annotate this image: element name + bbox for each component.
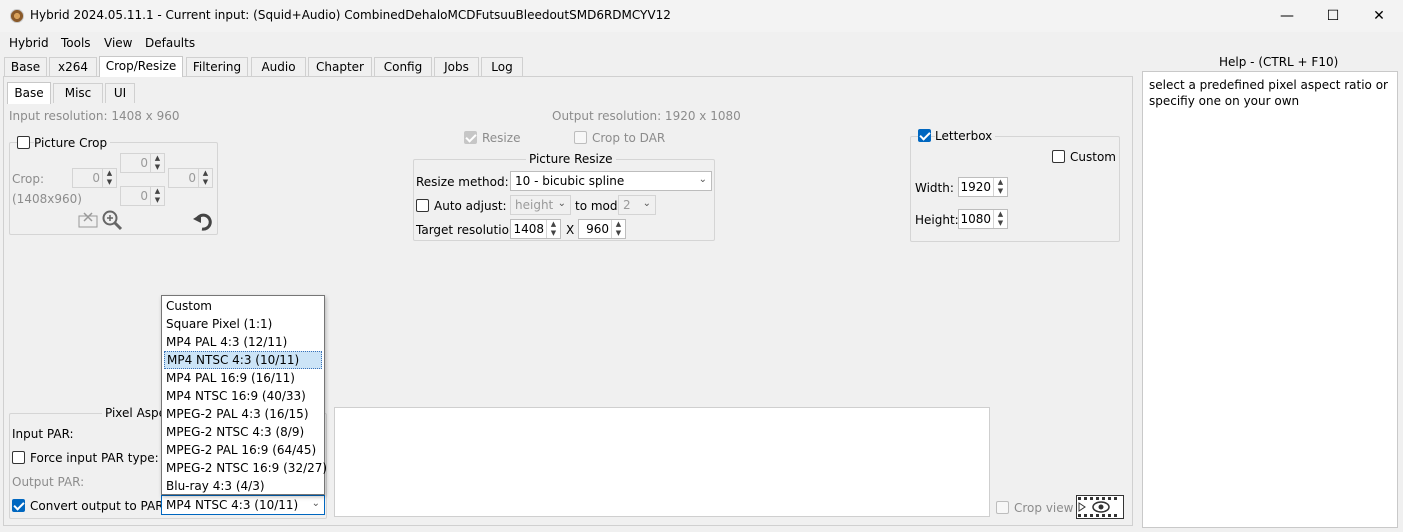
menu-defaults[interactable]: Defaults: [145, 36, 195, 50]
tab-base[interactable]: Base: [4, 57, 47, 77]
resize-method-label: Resize method:: [416, 175, 509, 189]
letterbox-checkbox[interactable]: [918, 129, 931, 142]
menu-tools[interactable]: Tools: [61, 36, 91, 50]
crop-left-spin[interactable]: 0 ▲ ▼: [72, 168, 117, 188]
dropdown-item-mp4-pal-169[interactable]: MP4 PAL 16:9 (16/11): [164, 369, 322, 387]
auto-adjust-label: Auto adjust:: [434, 199, 507, 213]
crop-dims-label: (1408x960): [12, 192, 82, 206]
target-height-spin[interactable]: 960 ▲ ▼: [578, 219, 626, 239]
force-input-par-label: Force input PAR type:: [30, 451, 159, 465]
par-info-textarea[interactable]: [334, 407, 990, 517]
dropdown-item-square-pixel[interactable]: Square Pixel (1:1): [164, 315, 322, 333]
dropdown-item-mpeg2-ntsc-169[interactable]: MPEG-2 NTSC 16:9 (32/27): [164, 459, 327, 477]
convert-output-par-label: Convert output to PAR:: [30, 499, 168, 513]
crop-label: Crop:: [12, 172, 45, 186]
to-mod-label: to mod: [575, 199, 618, 213]
chevron-down-icon: ⌄: [642, 198, 651, 209]
dropdown-item-mp4-ntsc-169[interactable]: MP4 NTSC 16:9 (40/33): [164, 387, 322, 405]
letterbox-custom-label: Custom: [1070, 150, 1116, 164]
picture-crop-label: Picture Crop: [34, 136, 111, 150]
dropdown-item-bluray-43[interactable]: Blu-ray 4:3 (4/3): [164, 477, 322, 495]
pixel-aspect-title: Pixel Aspe: [102, 406, 170, 420]
chevron-down-icon: ⌄: [557, 198, 566, 209]
preview-film-icon[interactable]: [1076, 495, 1124, 522]
chevron-down-icon: ⌄: [698, 174, 707, 185]
input-par-label: Input PAR:: [12, 427, 74, 441]
letterbox-width-spin[interactable]: 1920 ▲ ▼: [958, 177, 1008, 197]
crop-to-dar-label: Crop to DAR: [592, 131, 666, 145]
resize-label: Resize: [482, 131, 521, 145]
maximize-button[interactable]: ☐: [1310, 0, 1356, 32]
dropdown-item-mp4-ntsc-43[interactable]: MP4 NTSC 4:3 (10/11): [164, 351, 322, 369]
subtab-misc[interactable]: Misc: [53, 83, 103, 103]
auto-adjust-checkbox[interactable]: [416, 199, 429, 212]
force-input-par-checkbox[interactable]: [12, 451, 25, 464]
dropdown-item-mpeg2-pal-43[interactable]: MPEG-2 PAL 4:3 (16/15): [164, 405, 322, 423]
par-dropdown-list: Custom Square Pixel (1:1) MP4 PAL 4:3 (1…: [161, 295, 327, 495]
convert-output-par-checkbox[interactable]: [12, 499, 25, 512]
dropdown-item-mpeg2-ntsc-43[interactable]: MPEG-2 NTSC 4:3 (8/9): [164, 423, 322, 441]
picture-crop-checkbox[interactable]: [17, 136, 30, 149]
title-bar: Hybrid 2024.05.11.1 - Current input: (Sq…: [0, 0, 1403, 32]
crop-top-spin[interactable]: 0 ▲ ▼: [120, 153, 165, 173]
letterbox-custom-checkbox[interactable]: [1052, 150, 1065, 163]
tab-chapter[interactable]: Chapter: [308, 57, 372, 77]
tab-jobs[interactable]: Jobs: [434, 57, 479, 77]
menu-view[interactable]: View: [104, 36, 132, 50]
target-width-spin[interactable]: 1408 ▲ ▼: [510, 219, 561, 239]
help-text: select a predefined pixel aspect ratio o…: [1149, 78, 1388, 108]
resize-method-select[interactable]: 10 - bicubic spline ⌄: [510, 171, 712, 191]
app-icon: [10, 9, 24, 23]
crop-to-dar-checkbox[interactable]: [574, 131, 587, 144]
output-resolution-label: Output resolution: 1920 x 1080: [552, 109, 741, 123]
crop-zoom-icon[interactable]: [101, 209, 123, 234]
input-resolution-label: Input resolution: 1408 x 960: [9, 109, 180, 123]
letterbox-width-label: Width:: [915, 181, 954, 195]
tab-crop-resize[interactable]: Crop/Resize: [99, 56, 183, 77]
crop-bottom-spin[interactable]: 0 ▲ ▼: [120, 186, 165, 206]
subtab-base[interactable]: Base: [7, 82, 51, 104]
letterbox-height-label: Height:: [915, 213, 959, 227]
auto-adjust-select[interactable]: height ⌄: [510, 195, 571, 215]
subtab-ui[interactable]: UI: [105, 83, 135, 103]
chevron-down-icon: ⌄: [311, 498, 320, 509]
minimize-button[interactable]: —: [1264, 0, 1310, 32]
dropdown-item-mp4-pal-43[interactable]: MP4 PAL 4:3 (12/11): [164, 333, 322, 351]
close-button[interactable]: ✕: [1356, 0, 1402, 32]
tab-x264[interactable]: x264: [49, 57, 97, 77]
letterbox-label: Letterbox: [935, 129, 996, 143]
window-title: Hybrid 2024.05.11.1 - Current input: (Sq…: [30, 8, 671, 22]
help-title: Help - (CTRL + F10): [1219, 55, 1339, 69]
tab-config[interactable]: Config: [374, 57, 432, 77]
crop-reset-icon[interactable]: [192, 210, 214, 235]
help-box: select a predefined pixel aspect ratio o…: [1142, 71, 1398, 528]
tab-audio[interactable]: Audio: [251, 57, 306, 77]
menu-bar: Hybrid Tools View Defaults: [0, 33, 1135, 53]
target-resolution-label: Target resolution:: [416, 223, 521, 237]
dropdown-item-custom[interactable]: Custom: [164, 297, 322, 315]
tab-log[interactable]: Log: [481, 57, 523, 77]
output-par-label: Output PAR:: [12, 475, 85, 489]
picture-resize-title: Picture Resize: [526, 152, 616, 166]
convert-output-par-select[interactable]: MP4 NTSC 4:3 (10/11) ⌄: [161, 495, 325, 515]
target-x-label: X: [566, 223, 575, 237]
menu-hybrid[interactable]: Hybrid: [9, 36, 49, 50]
crop-clear-icon[interactable]: [78, 210, 100, 231]
resize-checkbox[interactable]: [464, 131, 477, 144]
dropdown-item-mpeg2-pal-169[interactable]: MPEG-2 PAL 16:9 (64/45): [164, 441, 322, 459]
crop-view-label: Crop view: [1014, 501, 1074, 515]
to-mod-select[interactable]: 2 ⌄: [618, 195, 656, 215]
crop-view-checkbox[interactable]: [996, 501, 1009, 514]
crop-right-spin[interactable]: 0 ▲ ▼: [168, 168, 213, 188]
tab-filtering[interactable]: Filtering: [186, 57, 248, 77]
letterbox-height-spin[interactable]: 1080 ▲ ▼: [958, 209, 1008, 229]
